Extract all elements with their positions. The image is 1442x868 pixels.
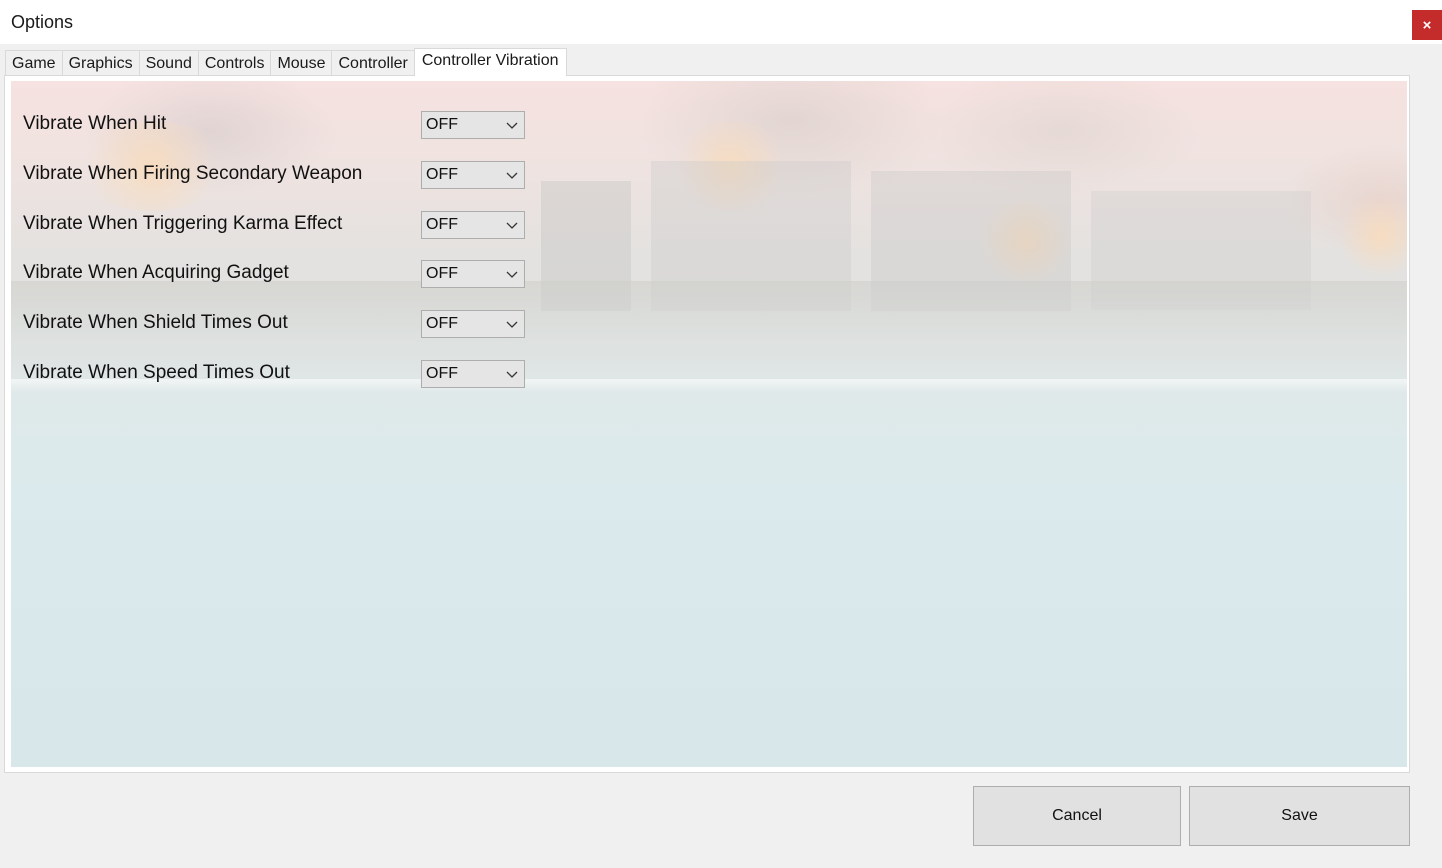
close-icon: × [1422, 16, 1432, 34]
chevron-down-icon [506, 371, 518, 378]
tab-controller[interactable]: Controller [331, 50, 415, 76]
cancel-button[interactable]: Cancel [973, 786, 1181, 846]
save-button[interactable]: Save [1189, 786, 1410, 846]
setting-label: Vibrate When Shield Times Out [23, 312, 288, 333]
chevron-down-icon [506, 271, 518, 278]
vibrate-when-acquiring-gadget-dropdown[interactable]: OFF [421, 260, 525, 288]
setting-label: Vibrate When Speed Times Out [23, 362, 290, 383]
setting-label: Vibrate When Acquiring Gadget [23, 262, 289, 283]
dropdown-value: OFF [426, 365, 458, 382]
dropdown-value: OFF [426, 116, 458, 133]
tab-sound[interactable]: Sound [138, 50, 199, 76]
close-button[interactable]: × [1412, 10, 1442, 40]
setting-label: Vibrate When Triggering Karma Effect [23, 213, 343, 234]
dropdown-value: OFF [426, 216, 458, 233]
options-window: Options × Game Graphics Sound Controls M… [0, 0, 1442, 868]
tab-panel: Vibrate When Hit OFF Vibrate When Firing… [4, 75, 1410, 773]
chevron-down-icon [506, 222, 518, 229]
tab-controls[interactable]: Controls [197, 50, 272, 76]
vibrate-when-hit-dropdown[interactable]: OFF [421, 111, 525, 139]
chevron-down-icon [506, 321, 518, 328]
chevron-down-icon [506, 122, 518, 129]
dropdown-value: OFF [426, 265, 458, 282]
tab-game[interactable]: Game [5, 50, 63, 76]
setting-label: Vibrate When Hit [23, 113, 167, 134]
tab-mouse[interactable]: Mouse [270, 50, 333, 76]
vibrate-when-triggering-karma-effect-dropdown[interactable]: OFF [421, 211, 525, 239]
dropdown-value: OFF [426, 315, 458, 332]
tab-bar: Game Graphics Sound Controls Mouse Contr… [5, 48, 567, 76]
vibrate-when-shield-times-out-dropdown[interactable]: OFF [421, 310, 525, 338]
chevron-down-icon [506, 172, 518, 179]
dropdown-value: OFF [426, 166, 458, 183]
vibrate-when-speed-times-out-dropdown[interactable]: OFF [421, 360, 525, 388]
vibrate-when-firing-secondary-weapon-dropdown[interactable]: OFF [421, 161, 525, 189]
tab-graphics[interactable]: Graphics [61, 50, 140, 76]
window-title: Options [11, 12, 74, 32]
title-bar: Options × [0, 0, 1442, 44]
setting-label: Vibrate When Firing Secondary Weapon [23, 163, 363, 184]
tab-controller-vibration[interactable]: Controller Vibration [413, 48, 567, 76]
